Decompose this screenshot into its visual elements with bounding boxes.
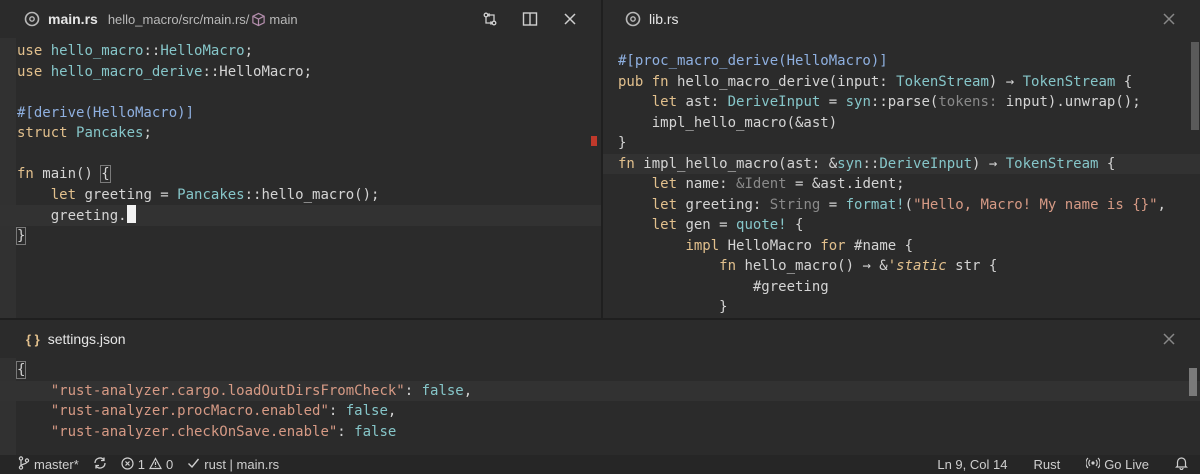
bell-icon <box>1175 456 1188 473</box>
warning-count: 0 <box>166 457 174 472</box>
context-label: rust | main.rs <box>204 457 280 472</box>
code-line: #greeting <box>618 278 829 295</box>
compare-changes-icon[interactable] <box>481 10 499 28</box>
code-line: "rust-analyzer.procMacro.enabled": false… <box>50 403 397 419</box>
git-branch-icon <box>18 456 30 473</box>
code-line: } <box>618 299 728 315</box>
close-icon[interactable] <box>1160 330 1178 348</box>
gutter <box>0 38 16 318</box>
cursor-position[interactable]: Ln 9, Col 14 <box>937 457 1007 472</box>
vertical-scrollbar[interactable] <box>1191 42 1199 130</box>
current-line: greeting. <box>0 205 601 226</box>
notifications-button[interactable] <box>1175 456 1188 473</box>
code-line: let gen = quote! { <box>651 217 804 233</box>
sync-button[interactable] <box>93 456 107 473</box>
tab-bar-settings: { } settings.json <box>0 320 1200 358</box>
tab-settings-json[interactable]: settings.json <box>48 331 126 347</box>
code-editor-lib[interactable]: #[proc_macro_derive(HelloMacro)] pub fn … <box>603 38 1200 318</box>
warning-icon <box>149 456 163 473</box>
branch-status[interactable]: master* <box>18 456 79 473</box>
code-line: #[proc_macro_derive(HelloMacro)] <box>618 53 888 69</box>
rust-file-icon <box>625 11 641 27</box>
code-line: let ast: DeriveInput = syn::parse(tokens… <box>651 94 1141 110</box>
close-icon[interactable] <box>561 10 579 28</box>
status-bar: master* 1 0 rust | main.rs Ln 9, Col 14 … <box>0 455 1200 474</box>
breadcrumb-path[interactable]: hello_macro/src/main.rs/ <box>108 12 250 27</box>
error-icon <box>121 456 134 473</box>
tab-bar-lib: lib.rs <box>603 0 1200 38</box>
gutter <box>0 358 16 455</box>
problems-status[interactable]: 1 0 <box>121 456 174 473</box>
cube-icon <box>251 12 266 27</box>
error-scroll-marker <box>591 136 597 146</box>
tab-bar-main: main.rs hello_macro/src/main.rs/ main <box>0 0 601 38</box>
code-line: pub fn hello_macro_derive(input: TokenSt… <box>618 73 1133 90</box>
branch-name: master* <box>34 457 79 472</box>
code-line: } <box>15 226 27 245</box>
code-line: struct Pancakes; <box>17 125 152 141</box>
broadcast-icon <box>1085 456 1101 473</box>
split-editor-icon[interactable] <box>521 10 539 28</box>
go-live-label: Go Live <box>1104 457 1149 472</box>
code-line: let greeting = Pancakes::hello_macro(); <box>50 186 380 203</box>
editor-pane-lib: lib.rs #[proc_macro_derive(HelloMacro)] … <box>603 0 1200 318</box>
json-braces-icon: { } <box>26 331 40 347</box>
code-line: let greeting: String = format!("Hello, M… <box>651 196 1166 213</box>
vertical-scrollbar[interactable] <box>1189 368 1197 396</box>
code-line: #[derive(HelloMacro)] <box>17 104 195 121</box>
close-icon[interactable] <box>1160 10 1178 28</box>
code-line: use hello_macro::HelloMacro; <box>17 43 254 59</box>
text-cursor <box>126 205 136 223</box>
code-line: impl HelloMacro for #name { <box>685 237 914 254</box>
code-line: } <box>618 135 627 151</box>
breadcrumb[interactable]: hello_macro/src/main.rs/ main <box>108 12 298 27</box>
code-line: impl_hello_macro(&ast) <box>618 114 838 131</box>
editor-pane-main: main.rs hello_macro/src/main.rs/ main us… <box>0 0 601 318</box>
code-editor-main[interactable]: use hello_macro::HelloMacro; use hello_m… <box>0 38 601 318</box>
go-live-button[interactable]: Go Live <box>1085 456 1149 473</box>
sync-icon <box>93 456 107 473</box>
error-count: 1 <box>137 457 146 472</box>
breadcrumb-symbol[interactable]: main <box>269 12 297 27</box>
code-line: use hello_macro_derive::HelloMacro; <box>17 63 313 80</box>
rust-analyzer-status[interactable]: rust | main.rs <box>187 457 279 472</box>
code-line: "rust-analyzer.checkOnSave.enable": fals… <box>50 423 397 440</box>
code-line: { <box>15 361 27 379</box>
tab-lib-rs[interactable]: lib.rs <box>649 11 679 27</box>
code-editor-settings[interactable]: { "rust-analyzer.cargo.loadOutDirsFromCh… <box>0 358 1200 455</box>
check-icon <box>187 457 200 472</box>
tab-main-rs[interactable]: main.rs <box>48 11 98 27</box>
rust-file-icon <box>24 11 40 27</box>
language-mode[interactable]: Rust <box>1033 457 1060 472</box>
code-line: let name: &Ident = &ast.ident; <box>651 176 905 192</box>
code-line: fn main() { <box>17 165 111 183</box>
code-line: fn hello_macro() → &'static str { <box>719 258 998 274</box>
code-line: fn impl_hello_macro(ast: &syn::DeriveInp… <box>603 153 1200 174</box>
current-line: "rust-analyzer.cargo.loadOutDirsFromChec… <box>0 380 1200 401</box>
editor-pane-settings: { } settings.json { "rust-analyzer.cargo… <box>0 320 1200 455</box>
